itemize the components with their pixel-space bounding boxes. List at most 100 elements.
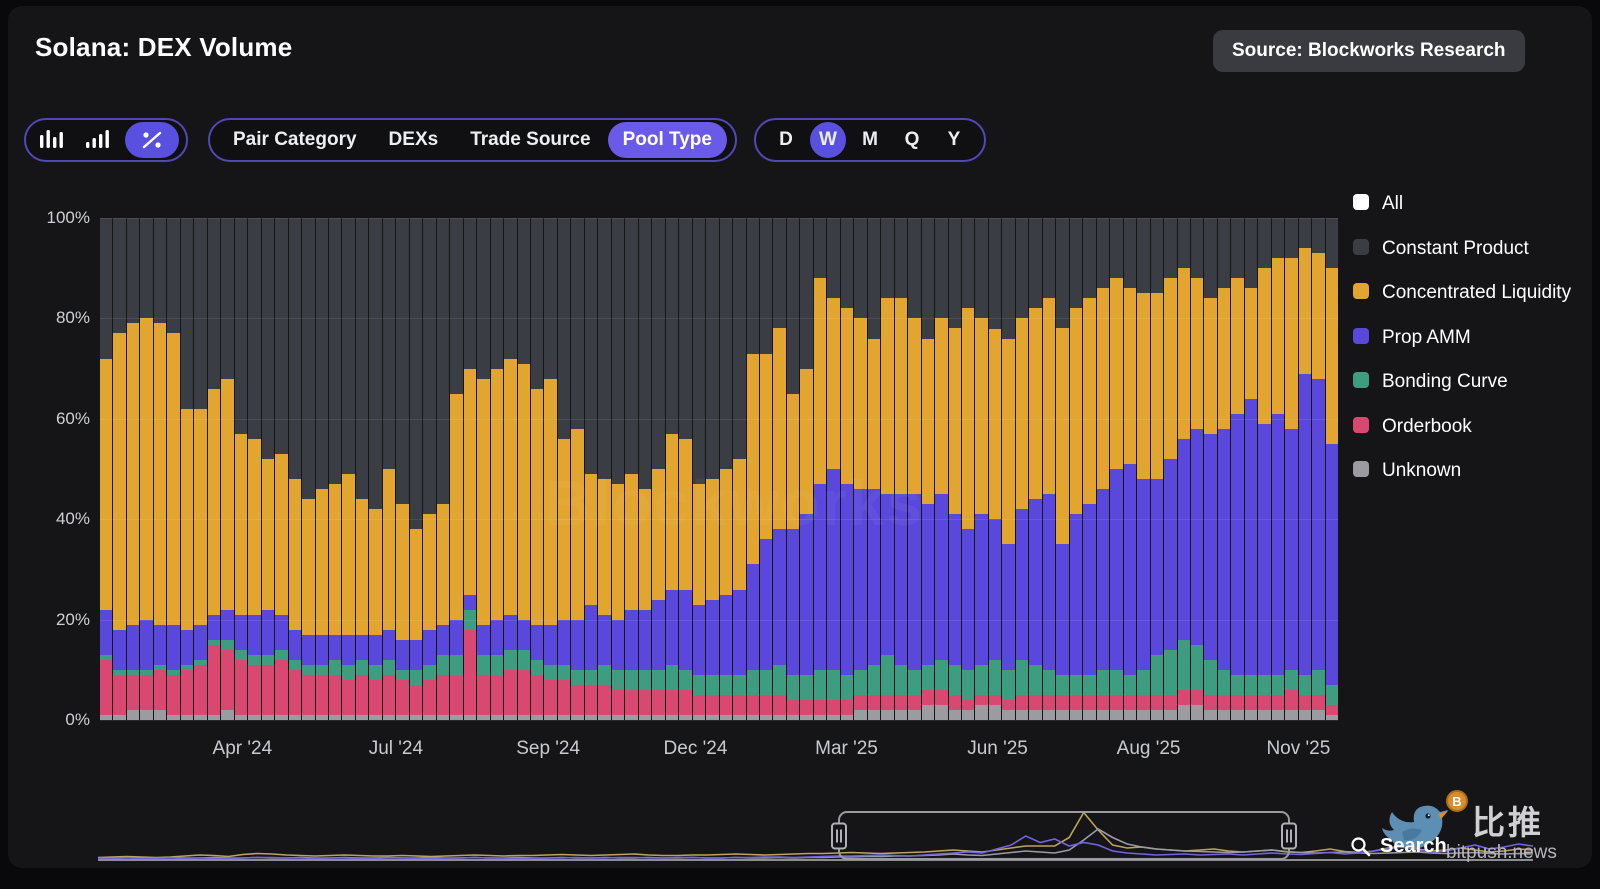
stacked-bar[interactable] [1150,218,1164,720]
stacked-bar[interactable] [167,218,180,720]
stacked-bar[interactable] [1231,218,1244,720]
stacked-bar[interactable] [1137,218,1150,720]
stacked-bar[interactable] [544,218,557,720]
stacked-bar[interactable] [126,218,140,720]
bar-chart-icon[interactable] [33,123,71,157]
stacked-bar[interactable] [153,218,167,720]
stacked-bar[interactable] [557,218,571,720]
stacked-bar[interactable] [840,218,854,720]
stacked-bar[interactable] [1325,218,1339,720]
navigator-left-handle[interactable] [831,822,848,849]
stacked-bar[interactable] [881,218,894,720]
stacked-bar[interactable] [571,218,584,720]
stacked-bar[interactable] [180,218,194,720]
stacked-bar[interactable] [302,218,315,720]
stacked-bar[interactable] [477,218,490,720]
stacked-bar[interactable] [436,218,450,720]
stacked-bar[interactable] [1164,218,1177,720]
stacked-bar[interactable] [706,218,719,720]
stacked-bar[interactable] [275,218,288,720]
stacked-bar[interactable] [584,218,598,720]
stacked-bar[interactable] [962,218,975,720]
stacked-bar[interactable] [1271,218,1285,720]
stacked-bar[interactable] [261,218,275,720]
legend-item-prop-amm[interactable]: Prop AMM [1353,324,1588,352]
stacked-bar[interactable] [1110,218,1123,720]
stacked-bar[interactable] [733,218,746,720]
stacked-bar[interactable] [719,218,733,720]
stacked-bar[interactable] [315,218,328,720]
stacked-bar[interactable] [113,218,126,720]
stacked-bar[interactable] [450,218,463,720]
stacked-bar[interactable] [867,218,881,720]
stacked-bar[interactable] [1204,218,1217,720]
stacked-bar[interactable] [100,218,113,720]
filter-tab-trade-source[interactable]: Trade Source [455,122,605,158]
stacked-bar[interactable] [813,218,827,720]
stacked-bar[interactable] [194,218,207,720]
stacked-bar[interactable] [517,218,530,720]
legend-item-bonding-curve[interactable]: Bonding Curve [1353,368,1588,396]
legend-item-all[interactable]: All [1353,190,1588,218]
period-m[interactable]: M [849,122,891,158]
stacked-bar[interactable] [598,218,611,720]
stacked-bar[interactable] [773,218,786,720]
stacked-bar[interactable] [759,218,773,720]
stacked-bar[interactable] [988,218,1002,720]
stacked-bar[interactable] [935,218,948,720]
period-y[interactable]: Y [933,122,975,158]
legend-item-constant-product[interactable]: Constant Product [1353,235,1588,263]
period-q[interactable]: Q [891,122,933,158]
stacked-bar[interactable] [248,218,261,720]
stacked-bar[interactable] [463,218,477,720]
stacked-bar[interactable] [207,218,221,720]
stacked-bar[interactable] [1042,218,1056,720]
filter-tab-pair-category[interactable]: Pair Category [218,122,372,158]
stacked-bar[interactable] [355,218,369,720]
legend-item-concentrated-liquidity[interactable]: Concentrated Liquidity [1353,279,1588,307]
stacked-bar[interactable] [1123,218,1137,720]
stacked-bar[interactable] [894,218,908,720]
legend-item-unknown[interactable]: Unknown [1353,457,1588,485]
navigator-right-handle[interactable] [1281,822,1298,849]
stacked-bar[interactable] [504,218,517,720]
stacked-bar[interactable] [369,218,382,720]
stacked-bar[interactable] [423,218,436,720]
stacked-bar[interactable] [652,218,665,720]
stacked-bar[interactable] [1190,218,1204,720]
stacked-bar[interactable] [1258,218,1271,720]
stacked-bar[interactable] [342,218,355,720]
search-control[interactable]: Search [1350,835,1447,858]
stacked-bar[interactable] [288,218,302,720]
stacked-bar[interactable] [908,218,921,720]
stacked-bar[interactable] [665,218,679,720]
stacked-bar[interactable] [679,218,692,720]
stacked-bar[interactable] [692,218,706,720]
stacked-bar[interactable] [800,218,813,720]
period-w[interactable]: W [810,122,846,158]
stacked-bar[interactable] [1217,218,1231,720]
stacked-bar[interactable] [854,218,867,720]
stacked-bar[interactable] [1015,218,1029,720]
stacked-bar[interactable] [409,218,423,720]
percent-icon[interactable] [125,122,179,158]
stacked-bar[interactable] [611,218,625,720]
legend-item-orderbook[interactable]: Orderbook [1353,413,1588,441]
stacked-bar[interactable] [140,218,153,720]
stacked-bar[interactable] [1244,218,1258,720]
stacked-bar[interactable] [1285,218,1298,720]
stacked-bar[interactable] [1298,218,1312,720]
stacked-bar[interactable] [625,218,638,720]
stacked-bar[interactable] [234,218,248,720]
stacked-bar[interactable] [1177,218,1190,720]
stacked-bar[interactable] [396,218,409,720]
stacked-bar[interactable] [1002,218,1015,720]
filter-tab-dexs[interactable]: DEXs [374,122,454,158]
stacked-bar[interactable] [221,218,234,720]
stacked-bar[interactable] [1029,218,1042,720]
stacked-bar[interactable] [1312,218,1325,720]
stacked-bar[interactable] [1096,218,1110,720]
stacked-bar[interactable] [827,218,840,720]
stacked-bar[interactable] [638,218,652,720]
stacked-bar[interactable] [975,218,988,720]
